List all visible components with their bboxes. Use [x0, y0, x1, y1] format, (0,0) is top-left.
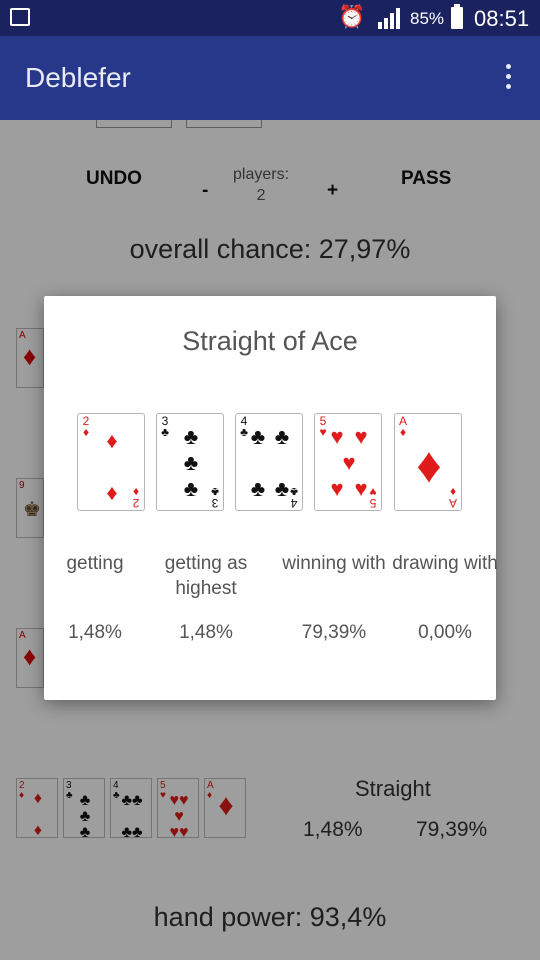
signal-icon	[378, 8, 400, 29]
status-bar: ⏰ 85% 08:51	[0, 0, 540, 36]
stat-label-getting-highest: getting as highest	[164, 553, 248, 599]
stat-label-winning: winning with	[282, 553, 386, 574]
card-5-hearts: 5 ♥ ♥ ♥ ♥ ♥ ♥ 5 ♥	[314, 413, 382, 511]
card-ace-diamonds: A ♦ ♦ A ♦	[394, 413, 462, 511]
hand-detail-dialog: Straight of Ace 2 ♦ ♦ ♦ 2 ♦ 3 ♣ ♣ ♣ ♣ 3 ♣ 4 ♣ ♣ ♣…	[44, 296, 498, 700]
card-2-diamonds: 2 ♦ ♦ ♦ 2 ♦	[77, 413, 145, 511]
clock: 08:51	[474, 6, 530, 31]
battery-icon	[451, 4, 463, 29]
dialog-title: Straight of Ace	[182, 326, 358, 356]
stat-value-drawing: 0,00%	[418, 622, 472, 643]
alarm-icon: ⏰	[338, 4, 366, 29]
card-3-clubs: 3 ♣ ♣ ♣ ♣ 3 ♣	[156, 413, 224, 511]
stat-value-getting: 1,48%	[68, 622, 122, 643]
stat-label-drawing: drawing with	[392, 553, 498, 574]
stat-label-getting: getting	[66, 553, 124, 574]
stat-value-getting-highest: 1,48%	[179, 622, 233, 643]
app-title: Deblefer	[25, 62, 131, 93]
battery-percent: 85%	[410, 9, 445, 28]
overflow-menu-icon[interactable]	[498, 64, 518, 94]
card-4-clubs: 4 ♣ ♣ ♣ ♣ ♣ 4 ♣	[235, 413, 303, 511]
app-bar: Deblefer	[0, 36, 540, 120]
image-icon	[10, 8, 30, 26]
stat-value-winning: 79,39%	[301, 622, 367, 643]
